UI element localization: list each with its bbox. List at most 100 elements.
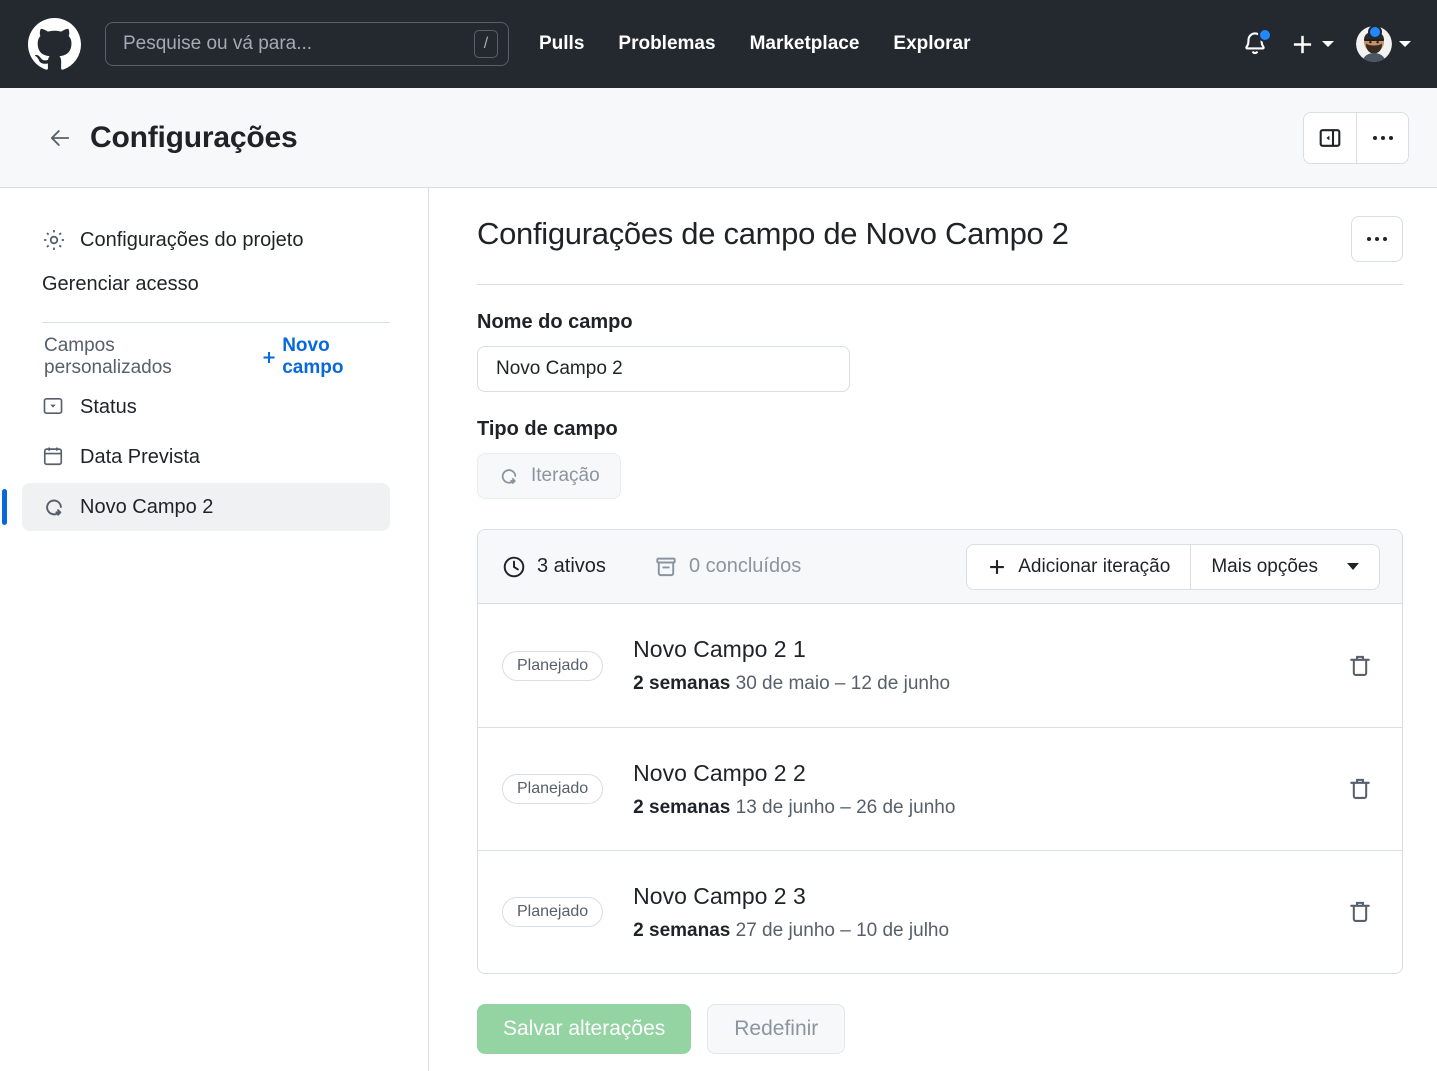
search-placeholder: Pesquise ou vá para... [123, 33, 313, 54]
field-name-value: Novo Campo 2 [496, 358, 623, 379]
clock-icon [503, 556, 525, 577]
field-name-label: Nome do campo [477, 311, 633, 333]
custom-fields-label: Campos personalizados [44, 335, 172, 378]
iteration-date-range: 27 de junho – 10 de julho [735, 919, 950, 941]
plus-icon [263, 351, 275, 363]
arrow-left-icon[interactable] [46, 124, 74, 152]
table-row[interactable]: Planejado Novo Campo 2 3 2 semanas 27 de… [478, 850, 1402, 973]
iteration-meta: 2 semanas 13 de junho – 26 de junho [633, 797, 955, 819]
iterations-action-group: Adicionar iteração Mais opções [966, 543, 1380, 590]
field-settings-title: Configurações de campo de Novo Campo 2 [477, 216, 1069, 251]
delete-iteration-button[interactable] [1342, 648, 1378, 684]
active-iterations-stat: 3 ativos [502, 555, 606, 579]
new-field-button[interactable]: Novo campo [261, 335, 390, 379]
iteration-name: Novo Campo 2 2 [633, 759, 806, 786]
iterations-panel: 3 ativos 0 concluídos Adicionar iteração… [477, 529, 1403, 974]
nav-right-actions [1242, 25, 1411, 62]
iteration-info: Novo Campo 2 2 2 semanas 13 de junho – 2… [633, 760, 955, 819]
table-row[interactable]: Planejado Novo Campo 2 1 2 semanas 30 de… [478, 604, 1402, 727]
completed-iterations-stat: 0 concluídos [654, 555, 801, 579]
field-type-label: Tipo de campo [477, 418, 618, 440]
iteration-duration: 2 semanas [633, 919, 731, 941]
iteration-info: Novo Campo 2 1 2 semanas 30 de maio – 12… [633, 636, 950, 695]
iteration-meta: 2 semanas 27 de junho – 10 de julho [633, 920, 949, 942]
user-notification-dot [1368, 25, 1382, 39]
field-type-button: Iteração [477, 453, 621, 499]
primary-nav-links: Pulls Problemas Marketplace Explorar [539, 33, 971, 55]
chevron-down-icon [1399, 41, 1411, 47]
reset-button[interactable]: Redefinir [707, 1004, 846, 1054]
gear-icon [42, 228, 66, 252]
sidebar-item-project-settings[interactable]: Configurações do projeto [22, 218, 390, 262]
github-mark-icon[interactable] [28, 17, 81, 71]
search-input[interactable]: Pesquise ou vá para... / [105, 22, 509, 66]
form-footer-actions: Salvar alterações Redefinir [477, 1004, 1403, 1054]
user-menu-button[interactable] [1356, 25, 1411, 62]
create-new-button[interactable] [1290, 32, 1334, 57]
nav-link-problemas[interactable]: Problemas [618, 33, 715, 55]
archive-icon [656, 557, 676, 576]
active-iterations-label: 3 ativos [537, 555, 606, 577]
table-row[interactable]: Planejado Novo Campo 2 2 2 semanas 13 de… [478, 727, 1402, 850]
field-settings-main: Configurações de campo de Novo Campo 2 N… [429, 188, 1437, 1071]
trash-icon [1350, 901, 1370, 922]
notifications-button[interactable] [1242, 28, 1272, 57]
more-options-button[interactable]: Mais opções [1190, 544, 1379, 589]
save-button[interactable]: Salvar alterações [477, 1004, 692, 1054]
sidebar-collapse-icon[interactable] [1304, 112, 1356, 163]
iteration-info: Novo Campo 2 3 2 semanas 27 de junho – 1… [633, 883, 949, 942]
calendar-icon [42, 445, 66, 469]
sidebar-item-label: Configurações do projeto [80, 228, 304, 251]
settings-page-header: Configurações [0, 88, 1437, 188]
field-name-input[interactable]: Novo Campo 2 [477, 346, 850, 392]
nav-link-marketplace[interactable]: Marketplace [750, 33, 860, 55]
iteration-duration: 2 semanas [633, 796, 731, 818]
iteration-date-range: 30 de maio – 12 de junho [735, 673, 951, 694]
field-type-value: Iteração [531, 465, 600, 486]
new-field-label: Novo campo [282, 335, 344, 378]
iteration-meta: 2 semanas 30 de maio – 12 de junho [633, 673, 950, 695]
completed-iterations-label: 0 concluídos [688, 555, 802, 577]
trash-icon [1350, 655, 1370, 676]
status-badge: Planejado [502, 897, 604, 927]
kebab-menu-icon[interactable] [1356, 112, 1408, 163]
iterations-toolbar: 3 ativos 0 concluídos Adicionar iteração… [478, 530, 1402, 604]
page-title: Configurações [90, 120, 298, 154]
sidebar-item-manage-access[interactable]: Gerenciar acesso [22, 262, 390, 306]
nav-link-explorar[interactable]: Explorar [893, 33, 970, 55]
delete-iteration-button[interactable] [1342, 771, 1378, 807]
sidebar-field-label: Status [80, 395, 137, 418]
single-select-icon [42, 395, 66, 419]
trash-icon [1350, 778, 1370, 799]
nav-link-pulls[interactable]: Pulls [539, 33, 584, 55]
page-body: Configurações do projeto Gerenciar acess… [0, 188, 1437, 1071]
sidebar-item-label: Gerenciar acesso [42, 272, 199, 295]
notification-dot [1258, 28, 1272, 42]
add-iteration-label: Adicionar iteração [1018, 555, 1171, 577]
more-options-label: Mais opções [1211, 555, 1318, 577]
chevron-down-icon [1322, 41, 1334, 47]
field-settings-header: Configurações de campo de Novo Campo 2 [477, 216, 1403, 285]
delete-iteration-button[interactable] [1342, 894, 1378, 930]
sidebar-field-novo-campo-2[interactable]: Novo Campo 2 [2, 483, 390, 531]
add-iteration-button[interactable]: Adicionar iteração [967, 544, 1191, 589]
plus-icon [990, 559, 1005, 574]
field-options-kebab-button[interactable] [1351, 216, 1403, 262]
status-badge: Planejado [502, 650, 604, 681]
header-action-group [1303, 111, 1409, 164]
iteration-icon [501, 469, 517, 484]
sidebar-field-label: Novo Campo 2 [80, 495, 214, 518]
sidebar-field-status[interactable]: Status [22, 383, 390, 431]
search-shortcut-badge: / [474, 30, 498, 58]
iteration-date-range: 13 de junho – 26 de junho [735, 796, 956, 818]
iteration-icon [42, 495, 66, 519]
iteration-duration: 2 semanas [633, 673, 731, 694]
custom-fields-section-header: Campos personalizados Novo campo [22, 335, 390, 379]
kebab-menu-icon [1367, 237, 1387, 241]
settings-sidebar: Configurações do projeto Gerenciar acess… [0, 188, 429, 1071]
sidebar-field-data-prevista[interactable]: Data Prevista [22, 433, 390, 481]
sidebar-field-label: Data Prevista [80, 445, 201, 468]
iteration-name: Novo Campo 2 1 [633, 636, 806, 662]
chevron-down-icon [1347, 563, 1359, 570]
sidebar-divider [42, 322, 390, 323]
